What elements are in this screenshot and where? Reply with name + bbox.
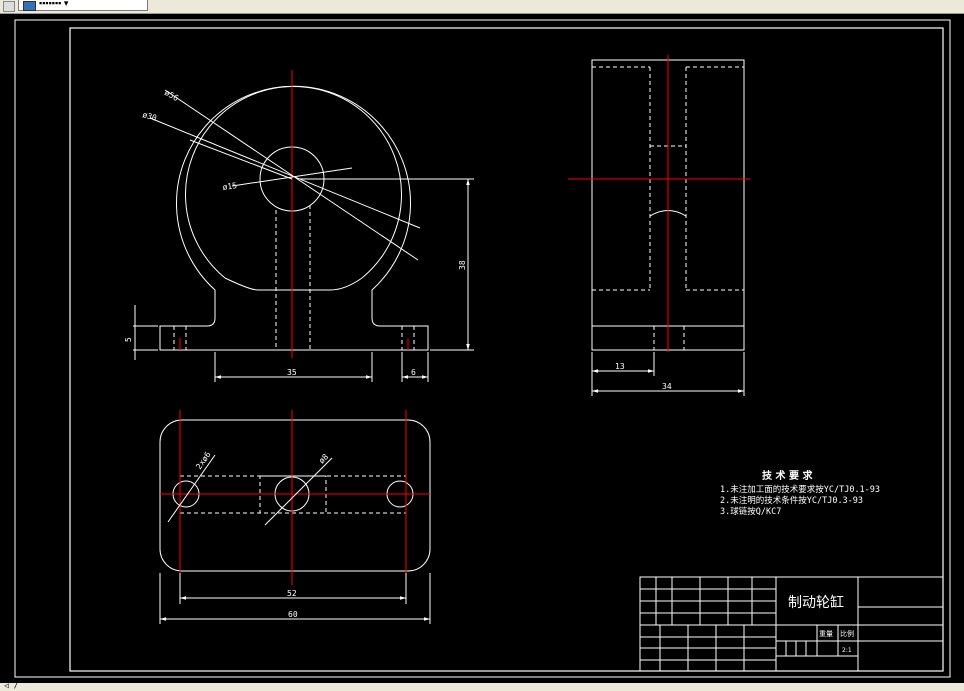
- dim-top-holes: 2xø6: [194, 450, 213, 471]
- dim-height: 38: [458, 260, 467, 270]
- notes-line-3: 3.球链按Q/KC7: [720, 506, 781, 517]
- top-hidden-lines: [179, 420, 407, 571]
- status-bar: ◁ /: [0, 681, 964, 691]
- title-block-grid: [640, 577, 807, 671]
- title-scale-value: 2:1: [842, 647, 852, 654]
- cad-drawing-canvas[interactable]: ø56 ø30 ø15 38 5 35 6 13 34 2xø6 ø8 52 6…: [0, 0, 964, 691]
- notes-line-1: 1.未注加工面的技术要求按YC/TJ0.1-93: [720, 484, 880, 495]
- top-centerlines: [160, 410, 430, 585]
- notes-heading: 技 术 要 求: [762, 469, 813, 482]
- dim-top-pitch: 52: [287, 589, 297, 598]
- title-part-name: 制动轮缸: [788, 594, 844, 611]
- dim-base-thk: 5: [124, 337, 133, 342]
- title-block-frame: [639, 576, 944, 672]
- dim-width: 35: [287, 368, 297, 377]
- front-outer-profile: [159, 85, 429, 351]
- dim-d-mid: ø30: [141, 110, 157, 122]
- front-inner-bore-arc: [185, 86, 402, 279]
- dim-lug: 6: [411, 368, 416, 377]
- dim-side-width: 34: [662, 382, 672, 391]
- front-bore-bottom: [224, 277, 363, 291]
- dim-side-offset: 13: [615, 362, 625, 371]
- dim-d-hole: ø15: [222, 181, 238, 192]
- front-hidden-lines: [173, 205, 415, 350]
- side-view: [568, 55, 750, 396]
- top-holes-leader: [167, 454, 216, 523]
- title-weight-label: 重量: [819, 630, 833, 638]
- front-diameter-leaders: [149, 89, 421, 261]
- dim-top-width: 60: [288, 610, 298, 619]
- technical-notes: 技 术 要 求 1.未注加工面的技术要求按YC/TJ0.1-93 2.未注明的技…: [720, 469, 880, 517]
- dim-d-outer: ø56: [163, 88, 180, 103]
- notes-line-2: 2.未注明的技术条件按YC/TJ0.3-93: [720, 495, 863, 506]
- title-scale-label: 比例: [840, 629, 854, 638]
- side-centerlines: [568, 55, 750, 352]
- front-view: [133, 70, 474, 382]
- status-text: ◁ /: [4, 681, 19, 690]
- front-centerlines: [179, 70, 409, 358]
- dim-top-center-hole: ø8: [317, 452, 330, 465]
- title-block: [639, 576, 944, 672]
